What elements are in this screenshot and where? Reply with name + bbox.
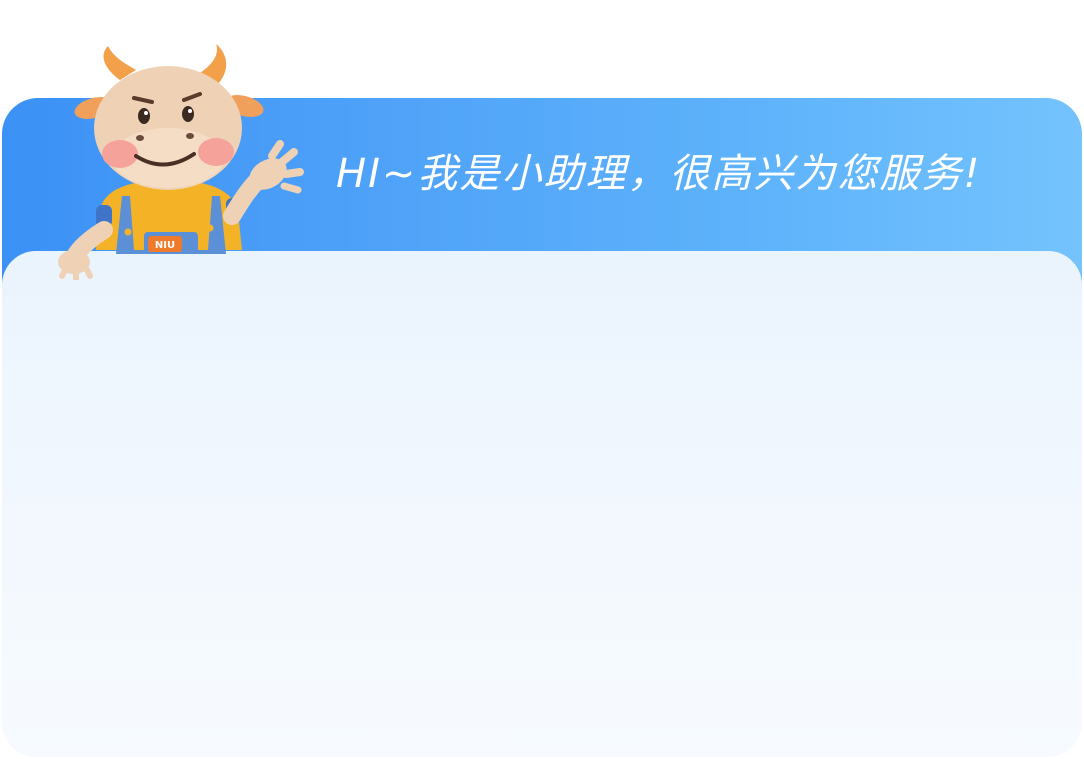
mascot: NIU — [48, 40, 310, 283]
svg-text:NIU: NIU — [155, 240, 175, 251]
cow-mascot-icon: NIU — [58, 44, 304, 283]
content-card — [2, 251, 1082, 757]
assistant-panel: HI~我是小助理，很高兴为您服务! NIU — [0, 0, 1084, 759]
greeting-text: HI~我是小助理，很高兴为您服务! — [336, 151, 982, 197]
